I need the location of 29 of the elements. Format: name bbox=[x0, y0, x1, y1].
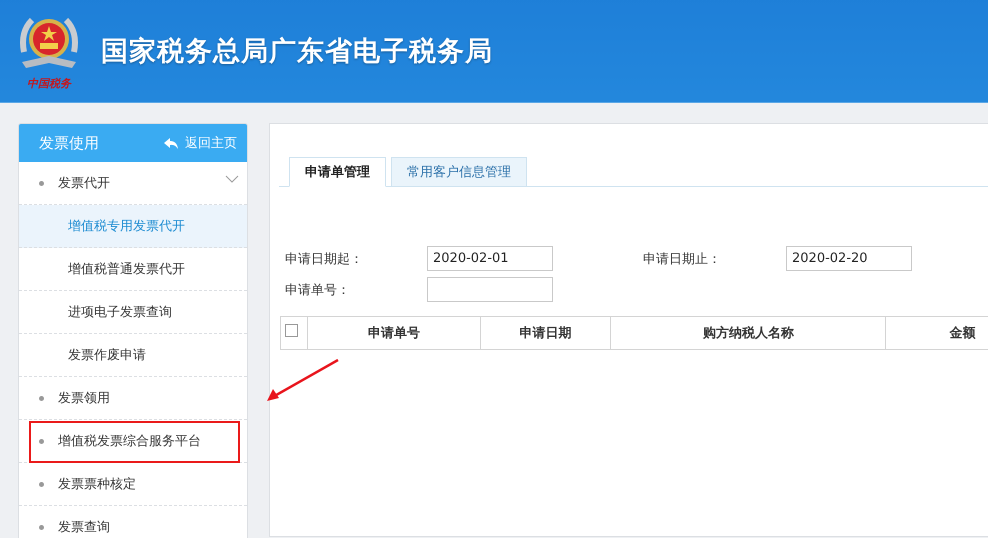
nav-item[interactable]: 发票领用 bbox=[19, 377, 247, 420]
bullet-icon bbox=[39, 524, 44, 530]
nav-item[interactable]: 增值税发票综合服务平台 bbox=[19, 420, 247, 463]
nav-subitem[interactable]: 进项电子发票查询 bbox=[19, 291, 247, 334]
field-label: 申请日期止： bbox=[643, 250, 722, 268]
column-header: 申请日期 bbox=[480, 316, 611, 350]
site-title: 国家税务总局广东省电子税务局 bbox=[101, 35, 493, 69]
bullet-icon bbox=[39, 438, 44, 444]
sidebar-title: 发票使用 bbox=[39, 134, 99, 152]
column-header: 申请单号 bbox=[308, 316, 480, 350]
nav-item[interactable]: 发票查询 bbox=[19, 506, 247, 538]
tab[interactable]: 申请单管理 bbox=[289, 157, 386, 187]
back-icon bbox=[164, 138, 178, 148]
bullet-icon bbox=[39, 396, 44, 400]
checkbox[interactable] bbox=[285, 324, 298, 336]
input-field[interactable] bbox=[427, 277, 553, 302]
column-header: 金额 bbox=[886, 316, 988, 350]
tab[interactable]: 常用客户信息管理 bbox=[391, 157, 527, 187]
logo-caption: 中国税务 bbox=[27, 76, 71, 90]
nav-item[interactable]: 发票票种核定 bbox=[19, 463, 247, 506]
column-header: 购方纳税人名称 bbox=[610, 316, 886, 350]
input-field[interactable]: 2020-02-01 bbox=[427, 246, 553, 271]
bullet-icon bbox=[39, 180, 44, 186]
nav-subitem[interactable]: 增值税普通发票代开 bbox=[19, 248, 247, 291]
input-field[interactable]: 2020-02-20 bbox=[786, 246, 912, 271]
nav-subitem[interactable]: 发票作废申请 bbox=[19, 334, 247, 377]
field-label: 申请单号： bbox=[285, 282, 351, 298]
bullet-icon bbox=[39, 482, 44, 486]
field-label: 申请日期起： bbox=[285, 250, 364, 268]
